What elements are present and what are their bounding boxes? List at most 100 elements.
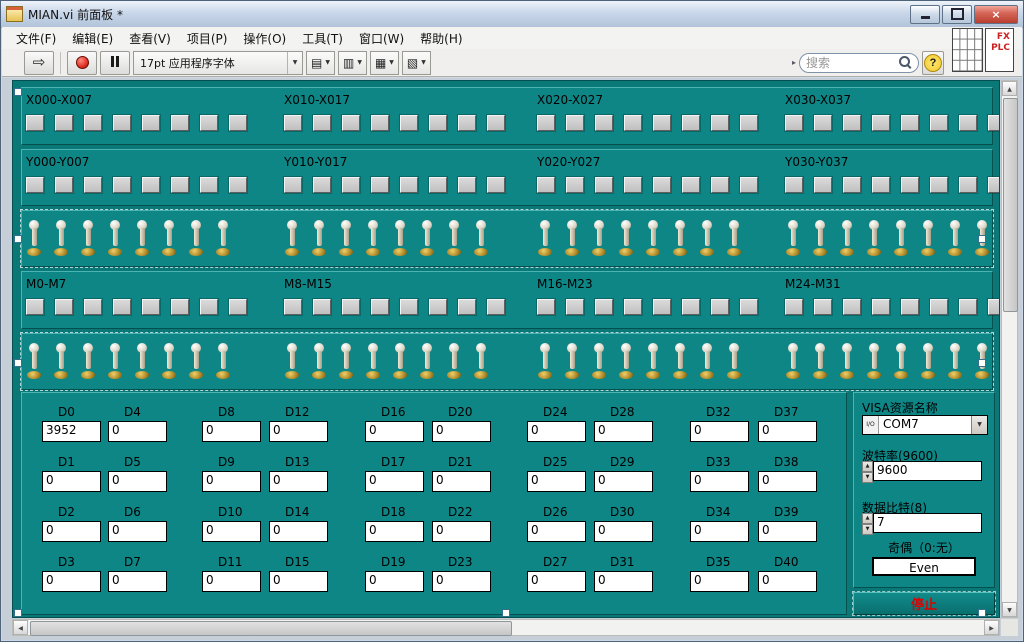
scroll-up-button[interactable]: ▲ <box>1002 81 1017 96</box>
toggle-switch[interactable] <box>537 342 553 382</box>
d-register-input[interactable]: 0 <box>108 521 167 542</box>
toggle-switch[interactable] <box>645 219 661 259</box>
selection-handle[interactable] <box>502 609 510 617</box>
d-register-input[interactable]: 0 <box>269 521 328 542</box>
toggle-switch[interactable] <box>26 342 42 382</box>
d-register-input[interactable]: 0 <box>365 421 424 442</box>
toggle-switch[interactable] <box>107 342 123 382</box>
d-register-input[interactable]: 0 <box>690 521 749 542</box>
d-register-input[interactable]: 0 <box>758 421 817 442</box>
d-register-input[interactable]: 0 <box>365 471 424 492</box>
menu-edit[interactable]: 编辑(E) <box>64 28 121 49</box>
pause-button[interactable] <box>100 51 130 75</box>
maximize-button[interactable] <box>942 5 972 24</box>
d-register-input[interactable]: 0 <box>594 421 653 442</box>
d-register-input[interactable]: 0 <box>202 421 261 442</box>
toggle-switch[interactable] <box>311 219 327 259</box>
toggle-switch[interactable] <box>188 342 204 382</box>
selection-handle[interactable] <box>978 359 986 367</box>
toggle-switch[interactable] <box>726 342 742 382</box>
d-register-input[interactable]: 0 <box>594 521 653 542</box>
toggle-switch[interactable] <box>812 219 828 259</box>
resize-objects-dropdown[interactable]: ▦ ▼ <box>370 51 399 75</box>
toggle-switch[interactable] <box>618 219 634 259</box>
d-register-input[interactable]: 0 <box>108 471 167 492</box>
toggle-switch[interactable] <box>107 219 123 259</box>
selection-handle[interactable] <box>978 235 986 243</box>
d-register-input[interactable]: 0 <box>690 421 749 442</box>
toggle-switch[interactable] <box>618 342 634 382</box>
d-register-input[interactable]: 3952 <box>42 421 101 442</box>
toggle-switch[interactable] <box>591 219 607 259</box>
search-input[interactable]: 搜索 <box>799 53 919 73</box>
toggle-switch[interactable] <box>134 342 150 382</box>
toggle-switch[interactable] <box>947 342 963 382</box>
increment-button[interactable]: ▲ <box>862 513 873 524</box>
toggle-switch[interactable] <box>947 219 963 259</box>
connector-pane-icon[interactable] <box>952 28 983 72</box>
vertical-scrollbar[interactable]: ▲ ▼ <box>1001 80 1018 618</box>
d-register-input[interactable]: 0 <box>42 471 101 492</box>
toggle-switch[interactable] <box>215 219 231 259</box>
selection-handle[interactable] <box>14 235 22 243</box>
toggle-switch[interactable] <box>699 219 715 259</box>
visa-resource-combo[interactable]: I/O COM7 ▼ <box>862 415 988 435</box>
toggle-switch[interactable] <box>161 219 177 259</box>
d-register-input[interactable]: 0 <box>269 571 328 592</box>
toggle-switch[interactable] <box>839 342 855 382</box>
minimize-button[interactable] <box>910 5 940 24</box>
help-button[interactable]: ? <box>922 51 944 75</box>
toggle-switch[interactable] <box>392 219 408 259</box>
vi-icon-badge[interactable]: FX PLC <box>985 28 1014 72</box>
toggle-switch[interactable] <box>672 219 688 259</box>
toggle-switch[interactable] <box>920 342 936 382</box>
menu-view[interactable]: 查看(V) <box>121 28 179 49</box>
titlebar[interactable]: MIAN.vi 前面板 * × <box>1 1 1023 28</box>
toggle-switch[interactable] <box>920 219 936 259</box>
d-register-input[interactable]: 0 <box>108 421 167 442</box>
toggle-switch[interactable] <box>311 342 327 382</box>
d-register-input[interactable]: 0 <box>432 421 491 442</box>
d-register-input[interactable]: 0 <box>527 571 586 592</box>
toggle-switch[interactable] <box>53 219 69 259</box>
d-register-input[interactable]: 0 <box>42 521 101 542</box>
menu-file[interactable]: 文件(F) <box>8 28 64 49</box>
toggle-switch[interactable] <box>80 342 96 382</box>
toggle-switch[interactable] <box>284 342 300 382</box>
toggle-switch[interactable] <box>645 342 661 382</box>
increment-button[interactable]: ▲ <box>862 461 873 472</box>
toggle-switch[interactable] <box>188 219 204 259</box>
toggle-switch[interactable] <box>365 219 381 259</box>
vertical-scroll-thumb[interactable] <box>1003 98 1018 312</box>
d-register-input[interactable]: 0 <box>690 471 749 492</box>
toggle-switch[interactable] <box>215 342 231 382</box>
toggle-switch[interactable] <box>839 219 855 259</box>
toggle-switch[interactable] <box>284 219 300 259</box>
toggle-switch[interactable] <box>338 342 354 382</box>
d-register-input[interactable]: 0 <box>690 571 749 592</box>
d-register-input[interactable]: 0 <box>527 471 586 492</box>
toggle-switch[interactable] <box>80 219 96 259</box>
d-register-input[interactable]: 0 <box>594 571 653 592</box>
toggle-switch[interactable] <box>473 219 489 259</box>
selection-handle[interactable] <box>14 88 22 96</box>
distribute-objects-dropdown[interactable]: ▥ ▼ <box>338 51 367 75</box>
toggle-switch[interactable] <box>812 342 828 382</box>
run-button[interactable]: ⇨ <box>24 51 54 75</box>
abort-button[interactable] <box>67 51 97 75</box>
selection-handle[interactable] <box>14 359 22 367</box>
align-objects-dropdown[interactable]: ▤ ▼ <box>306 51 335 75</box>
scroll-right-button[interactable]: ▶ <box>984 620 999 635</box>
d-register-input[interactable]: 0 <box>527 421 586 442</box>
d-register-input[interactable]: 0 <box>594 471 653 492</box>
data-bits-input[interactable]: 7 <box>873 513 982 533</box>
toggle-switch[interactable] <box>446 219 462 259</box>
font-selector-dropdown[interactable]: 17pt 应用程序字体 ▼ <box>133 51 303 75</box>
menu-help[interactable]: 帮助(H) <box>412 28 470 49</box>
toggle-switch[interactable] <box>53 342 69 382</box>
toggle-switch[interactable] <box>591 342 607 382</box>
toggle-switch[interactable] <box>419 219 435 259</box>
reorder-objects-dropdown[interactable]: ▧ ▼ <box>402 51 431 75</box>
d-register-input[interactable]: 0 <box>758 521 817 542</box>
toggle-switch[interactable] <box>893 342 909 382</box>
